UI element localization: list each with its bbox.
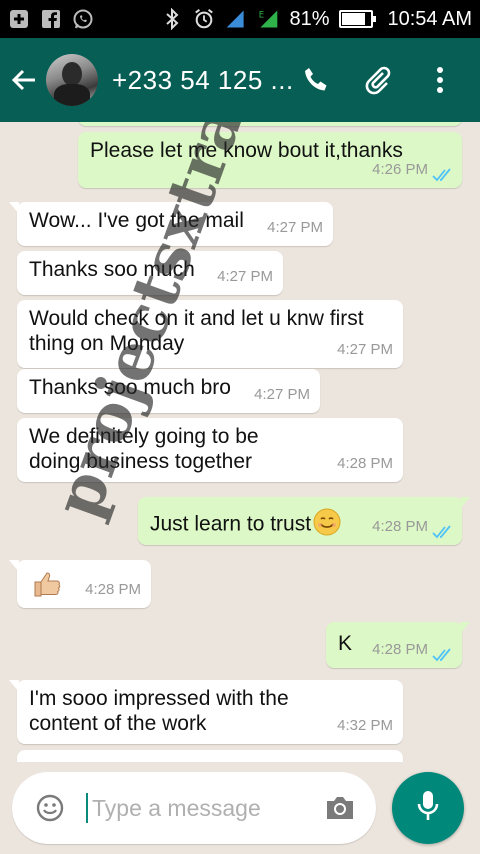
bluetooth-icon: [161, 7, 183, 31]
signal-icon: [225, 7, 247, 31]
message-input[interactable]: Type a message: [12, 772, 376, 844]
message-time: 4:27 PM: [337, 341, 393, 358]
message-time: 4:27 PM: [254, 386, 310, 403]
whatsapp-icon: [72, 8, 94, 30]
alarm-icon: [193, 7, 215, 31]
camera-icon[interactable]: [322, 790, 358, 826]
smile-emoji-icon: [313, 508, 341, 542]
read-receipt-icon: [432, 648, 451, 662]
message-bubble[interactable]: Thanks soo much bro 4:27 PM: [17, 369, 320, 413]
battery-icon: [339, 10, 377, 28]
message-bubble[interactable]: K 4:28 PM: [326, 622, 470, 668]
back-arrow-icon[interactable]: [4, 60, 44, 100]
svg-text:E: E: [259, 9, 264, 19]
message-text: Thanks soo much: [29, 258, 195, 281]
message-bubble[interactable]: [78, 122, 462, 126]
message-placeholder: Type a message: [86, 793, 261, 823]
message-time: 4:28 PM: [337, 455, 393, 472]
battery-percent: 81%: [289, 7, 330, 30]
contact-avatar[interactable]: [46, 54, 98, 106]
facebook-icon: [40, 8, 62, 30]
message-time: 4:27 PM: [267, 219, 323, 236]
read-receipt-icon: [432, 168, 451, 182]
notification-icons: [8, 8, 94, 30]
message-time: 4:28 PM: [372, 641, 428, 658]
message-text: K: [338, 632, 353, 655]
message-time: 4:26 PM: [372, 161, 428, 178]
emoji-icon[interactable]: [32, 790, 68, 826]
message-bubble[interactable]: [17, 750, 403, 762]
message-text: Please let me know bout it,thanks: [90, 139, 403, 162]
status-bar: E 81% 10:54 AM: [0, 0, 480, 38]
attachment-icon[interactable]: [358, 60, 398, 100]
signal-edge-icon: E: [257, 7, 279, 31]
message-time: 4:32 PM: [337, 717, 393, 734]
add-icon: [8, 8, 30, 30]
read-receipt-icon: [432, 525, 451, 539]
message-bubble[interactable]: Please let me know bout it,thanks 4:26 P…: [78, 132, 462, 188]
message-text: Thanks soo much bro: [29, 376, 231, 399]
microphone-icon: [416, 789, 440, 828]
phone-icon[interactable]: [296, 60, 336, 100]
message-list[interactable]: Please let me know bout it,thanks 4:26 P…: [0, 122, 480, 762]
message-text: Wow... I've got the mail: [29, 209, 244, 232]
more-options-icon[interactable]: [420, 60, 460, 100]
microphone-button[interactable]: [392, 772, 464, 844]
message-time: 4:27 PM: [217, 268, 273, 285]
message-bubble[interactable]: I'm sooo impressed with the content of t…: [9, 680, 403, 744]
message-text: Just learn to trust: [150, 512, 312, 536]
clock: 10:54 AM: [387, 7, 472, 30]
chat-header: +233 54 125 ...: [0, 38, 480, 122]
message-text: I'm sooo impressed with the content of t…: [29, 687, 289, 735]
message-bubble[interactable]: Thanks soo much 4:27 PM: [17, 251, 283, 295]
thumbs-up-emoji-icon: [31, 568, 63, 606]
message-text: We definitely going to be doing business…: [29, 425, 259, 473]
contact-name[interactable]: +233 54 125 ...: [112, 65, 294, 96]
message-bubble[interactable]: We definitely going to be doing business…: [17, 418, 403, 482]
message-bubble[interactable]: Would check on it and let u knw first th…: [17, 300, 403, 368]
message-time: 4:28 PM: [85, 581, 141, 598]
message-bubble[interactable]: 4:28 PM: [9, 560, 151, 608]
compose-bar: Type a message: [0, 762, 480, 854]
message-text: Would check on it and let u knw first th…: [29, 307, 364, 355]
message-bubble[interactable]: Wow... I've got the mail 4:27 PM: [9, 202, 333, 246]
message-bubble[interactable]: Just learn to trust 4:28 PM: [138, 497, 470, 545]
message-time: 4:28 PM: [372, 518, 428, 535]
